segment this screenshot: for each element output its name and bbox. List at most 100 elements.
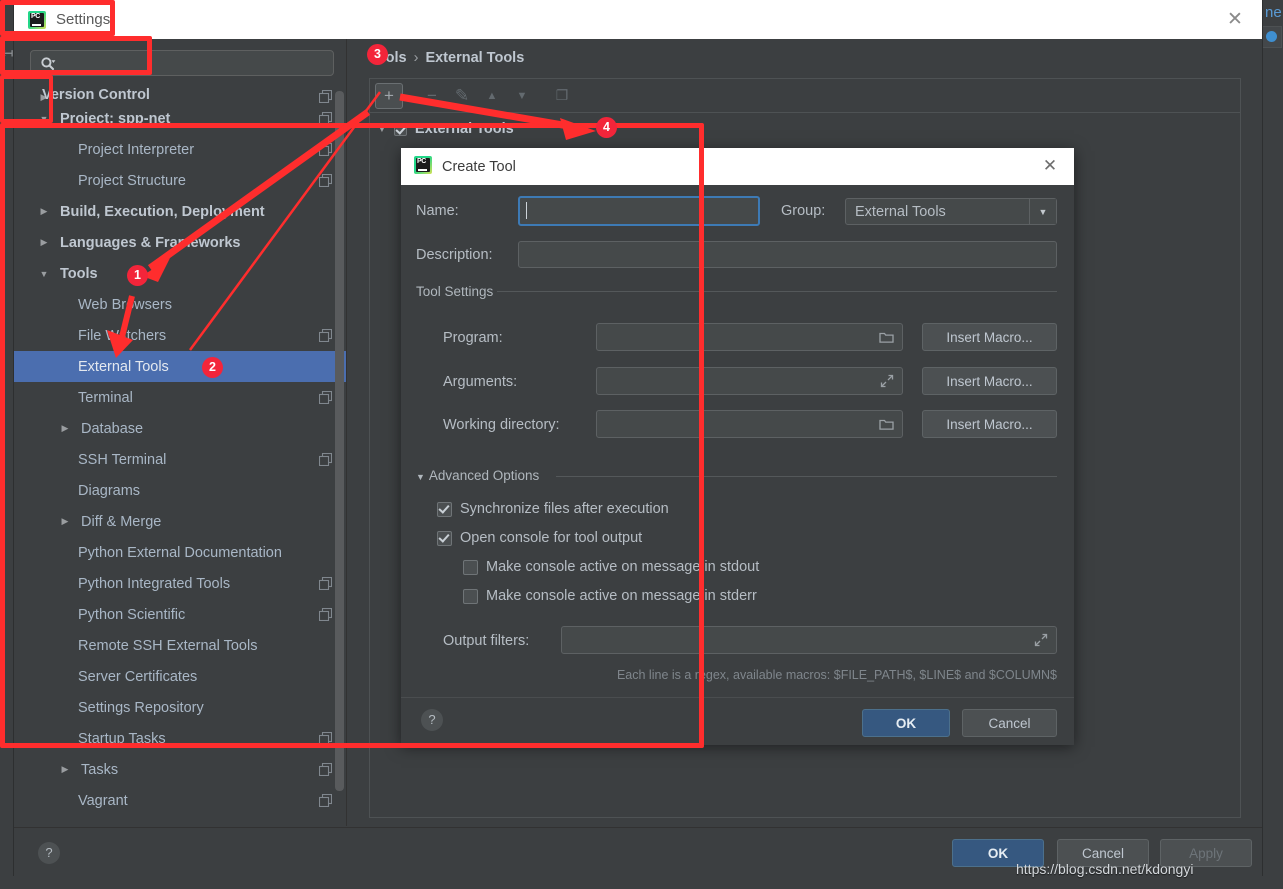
copy-tool-button[interactable]: ❐	[547, 82, 577, 110]
copy-settings-icon[interactable]	[319, 391, 332, 404]
expand-icon[interactable]	[880, 374, 894, 388]
sidebar-item-vagrant[interactable]: Vagrant	[14, 785, 346, 816]
checkbox-synchronize-files-after-execution[interactable]: Synchronize files after execution	[437, 501, 669, 517]
output-filters-input[interactable]	[561, 626, 1057, 654]
sidebar-item-label: Project Interpreter	[78, 142, 194, 158]
copy-settings-icon[interactable]	[319, 174, 332, 187]
output-filters-label: Output filters:	[443, 633, 529, 649]
copy-settings-icon[interactable]	[319, 329, 332, 342]
sidebar-item-tools[interactable]: ▼Tools	[14, 258, 346, 289]
sidebar-item-external-tools[interactable]: External Tools	[14, 351, 346, 382]
copy-settings-icon[interactable]	[319, 112, 332, 125]
sidebar-item-tasks[interactable]: ▶Tasks	[14, 754, 346, 785]
checkbox-box[interactable]	[437, 502, 452, 517]
sidebar-item-ssh-terminal[interactable]: SSH Terminal	[14, 444, 346, 475]
sidebar-item-startup-tasks[interactable]: Startup Tasks	[14, 723, 346, 754]
sidebar-item-label: Python External Documentation	[78, 545, 282, 561]
sidebar-item-project-interpreter[interactable]: Project Interpreter	[14, 134, 346, 165]
folder-icon[interactable]	[879, 418, 894, 431]
program-input[interactable]	[596, 323, 903, 351]
settings-tree[interactable]: ▶Version Control▼Project: spp-netProject…	[14, 85, 346, 826]
sidebar-item-project-spp-net[interactable]: ▼Project: spp-net	[14, 103, 346, 134]
close-icon[interactable]: ✕	[1224, 9, 1246, 31]
sidebar-item-terminal[interactable]: Terminal	[14, 382, 346, 413]
chevron-down-icon[interactable]: ▼	[1029, 199, 1056, 224]
sidebar-item-build-execution-deployment[interactable]: ▶Build, Execution, Deployment	[14, 196, 346, 227]
group-label: Group:	[781, 203, 825, 219]
chevron-right-icon[interactable]: ▶	[59, 764, 71, 775]
copy-settings-icon[interactable]	[319, 608, 332, 621]
sidebar-item-project-structure[interactable]: Project Structure	[14, 165, 346, 196]
tools-tree-root[interactable]: ▼ External Tools	[377, 121, 514, 137]
sidebar-item-remote-ssh-external-tools[interactable]: Remote SSH External Tools	[14, 630, 346, 661]
sidebar-item-languages-frameworks[interactable]: ▶Languages & Frameworks	[14, 227, 346, 258]
move-down-button[interactable]: ▼	[507, 82, 537, 110]
chevron-right-icon[interactable]: ▶	[38, 206, 50, 217]
sidebar-item-database[interactable]: ▶Database	[14, 413, 346, 444]
sidebar-scrollbar[interactable]	[335, 91, 344, 791]
search-input[interactable]	[30, 50, 334, 76]
name-input[interactable]	[518, 196, 760, 226]
arguments-input[interactable]	[596, 367, 903, 395]
chevron-right-icon[interactable]: ▶	[59, 423, 71, 434]
sidebar-item-python-scientific[interactable]: Python Scientific	[14, 599, 346, 630]
remove-tool-button[interactable]: −	[417, 82, 447, 110]
dialog-cancel-button[interactable]: Cancel	[962, 709, 1057, 737]
copy-settings-icon[interactable]	[319, 143, 332, 156]
copy-settings-icon[interactable]	[319, 90, 332, 103]
description-input[interactable]	[518, 241, 1057, 268]
sidebar-item-version-control[interactable]: ▶Version Control	[14, 85, 346, 103]
copy-settings-icon[interactable]	[319, 453, 332, 466]
copy-settings-icon[interactable]	[319, 763, 332, 776]
breadcrumb-current: External Tools	[425, 50, 524, 66]
program-insert-macro-button[interactable]: Insert Macro...	[922, 323, 1057, 351]
sidebar-item-diagrams[interactable]: Diagrams	[14, 475, 346, 506]
edit-tool-button[interactable]: ✎	[447, 82, 477, 110]
checkbox-make-console-active-on-message-in-stderr[interactable]: Make console active on message in stderr	[463, 588, 757, 604]
sidebar-item-server-certificates[interactable]: Server Certificates	[14, 661, 346, 692]
chevron-down-icon[interactable]: ▼	[38, 114, 50, 124]
chevron-right-icon[interactable]: ▶	[38, 237, 50, 248]
checkbox-make-console-active-on-message-in-stdout[interactable]: Make console active on message in stdout	[463, 559, 759, 575]
checkbox-box[interactable]	[463, 560, 478, 575]
sidebar-item-label: SSH Terminal	[78, 452, 166, 468]
sidebar-item-label: Python Integrated Tools	[78, 576, 230, 592]
arguments-insert-macro-button[interactable]: Insert Macro...	[922, 367, 1057, 395]
help-icon[interactable]: ?	[421, 709, 443, 731]
sidebar-item-settings-repository[interactable]: Settings Repository	[14, 692, 346, 723]
copy-settings-icon[interactable]	[319, 577, 332, 590]
checkbox-box[interactable]	[437, 531, 452, 546]
advanced-options-title[interactable]: ▼Advanced Options	[416, 468, 539, 483]
checkbox-open-console-for-tool-output[interactable]: Open console for tool output	[437, 530, 642, 546]
sidebar-item-python-external-documentation[interactable]: Python External Documentation	[14, 537, 346, 568]
breadcrumb-parent[interactable]: Tools	[369, 50, 407, 66]
chevron-right-icon[interactable]: ▶	[59, 516, 71, 527]
copy-settings-icon[interactable]	[319, 732, 332, 745]
sidebar-item-label: Diagrams	[78, 483, 140, 499]
chevron-down-icon[interactable]: ▼	[416, 472, 425, 482]
sidebar-item-file-watchers[interactable]: File Watchers	[14, 320, 346, 351]
create-tool-dialog: PC Create Tool ✕ Name: Group: External T…	[401, 148, 1074, 744]
move-up-button[interactable]: ▲	[477, 82, 507, 110]
working-directory-insert-macro-button[interactable]: Insert Macro...	[922, 410, 1057, 438]
working-directory-input[interactable]	[596, 410, 903, 438]
sidebar-item-diff-merge[interactable]: ▶Diff & Merge	[14, 506, 346, 537]
help-icon[interactable]: ?	[38, 842, 60, 864]
sidebar-item-label: Project Structure	[78, 173, 186, 189]
expand-icon[interactable]	[1034, 633, 1048, 647]
copy-settings-icon[interactable]	[319, 794, 332, 807]
external-tools-checkbox[interactable]	[394, 123, 407, 136]
close-icon[interactable]: ✕	[1040, 156, 1060, 176]
sidebar-item-label: Version Control	[42, 87, 150, 103]
chevron-down-icon[interactable]: ▼	[38, 269, 50, 279]
dialog-ok-button[interactable]: OK	[862, 709, 950, 737]
add-tool-button[interactable]: +	[375, 83, 403, 109]
group-combobox[interactable]: External Tools ▼	[845, 198, 1057, 225]
sidebar-scrollbar-thumb[interactable]	[335, 91, 344, 791]
ide-bottom-strip	[0, 875, 1283, 889]
checkbox-box[interactable]	[463, 589, 478, 604]
sidebar-item-python-integrated-tools[interactable]: Python Integrated Tools	[14, 568, 346, 599]
folder-icon[interactable]	[879, 331, 894, 344]
sidebar-item-web-browsers[interactable]: Web Browsers	[14, 289, 346, 320]
chevron-down-icon[interactable]: ▼	[377, 124, 387, 135]
